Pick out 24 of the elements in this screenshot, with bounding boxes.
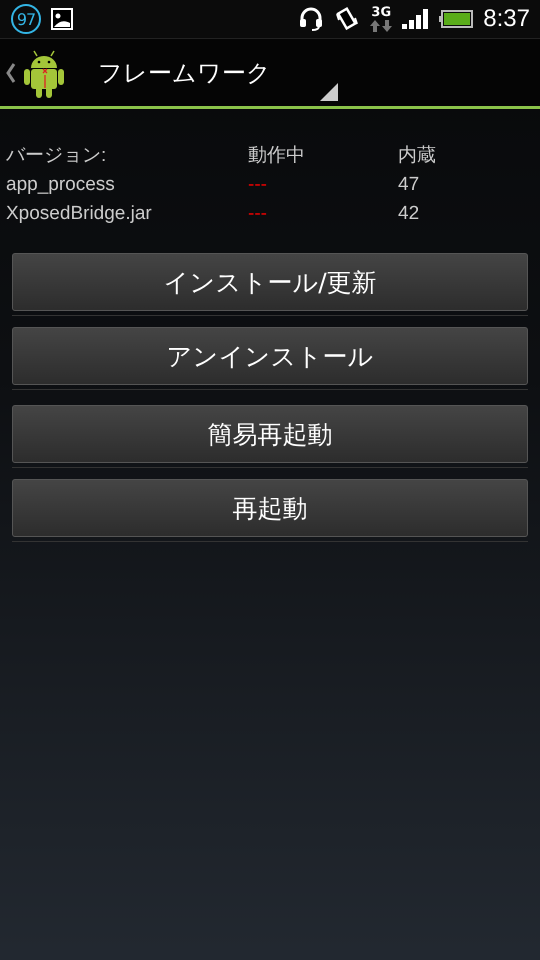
component-name: XposedBridge.jar <box>6 202 153 226</box>
notification-count: 97 <box>11 4 41 34</box>
builtin-version: 47 <box>398 173 420 197</box>
screen-title: フレームワーク <box>98 58 271 88</box>
action-button[interactable]: インストール/更新 <box>12 253 528 311</box>
column-header: バージョン: <box>6 144 108 168</box>
builtin-version: 42 <box>398 202 420 226</box>
signal-icon <box>402 9 430 29</box>
action-button[interactable]: 簡易再起動 <box>12 405 528 463</box>
clock-time: 8:37 <box>483 5 530 33</box>
action-button[interactable]: アンインストール <box>12 327 528 385</box>
active-version: --- <box>248 202 268 226</box>
action-button[interactable]: 再起動 <box>12 479 528 537</box>
headset-icon <box>298 6 324 32</box>
component-name: app_process <box>6 173 116 197</box>
battery-icon <box>439 10 474 28</box>
column-header: 動作中 <box>248 144 306 168</box>
dropdown-corner-icon[interactable] <box>320 83 338 101</box>
image-icon <box>51 8 73 30</box>
network-type: 3G <box>371 6 392 20</box>
column-header: 内蔵 <box>398 144 437 168</box>
active-version: --- <box>248 173 268 197</box>
data-arrows-icon <box>370 20 392 32</box>
back-caret-icon[interactable] <box>6 62 16 82</box>
